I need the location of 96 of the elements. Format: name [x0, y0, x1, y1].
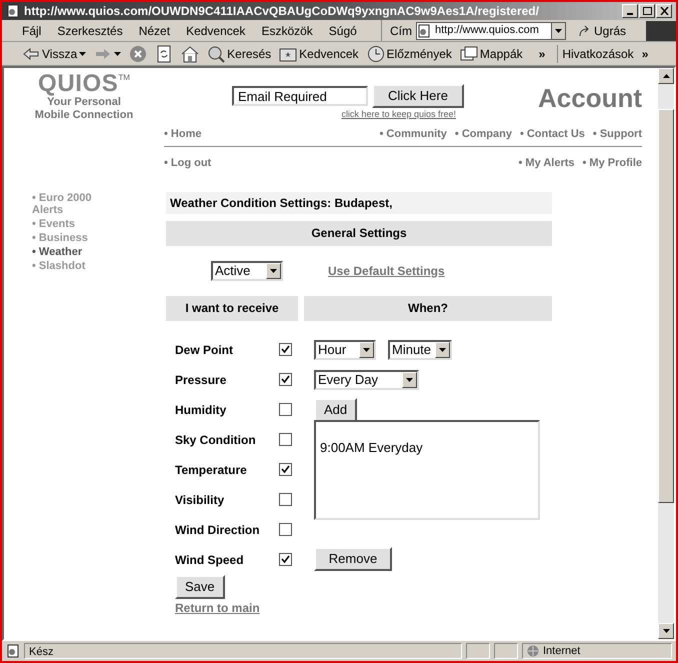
- nav-link[interactable]: • Contact Us: [520, 126, 585, 142]
- section-heading: General Settings: [166, 220, 552, 246]
- status-text: Kész: [24, 643, 462, 659]
- window-title: http://www.quios.com/OUWDN9C411IAACvQBAUgCoDWq9yxngnAC9w9Aes1A/registered/: [24, 3, 540, 20]
- page-icon: [6, 644, 20, 658]
- nav-link[interactable]: • Support: [592, 126, 642, 142]
- nav-link[interactable]: • Home: [164, 126, 202, 142]
- nav-link[interactable]: • My Profile: [582, 155, 642, 172]
- condition-label: Temperature: [175, 462, 247, 478]
- frequency-select[interactable]: Every Day: [314, 370, 419, 390]
- toolbar-button[interactable]: [155, 44, 174, 62]
- caret-icon: [79, 52, 86, 56]
- go-button[interactable]: Ugrás: [570, 22, 634, 40]
- menu-item[interactable]: Fájl: [22, 22, 42, 40]
- zone-label: Internet: [543, 644, 580, 659]
- nav-link[interactable]: • Company: [454, 126, 512, 142]
- folders-icon: [460, 44, 478, 62]
- address-field[interactable]: http://www.quios.com: [416, 22, 566, 40]
- close-button[interactable]: [656, 4, 672, 18]
- logo-wordmark: QUIOS: [38, 72, 118, 96]
- checkbox[interactable]: [279, 373, 292, 386]
- maximize-button[interactable]: [639, 4, 655, 18]
- nav-link[interactable]: • My Alerts: [518, 155, 575, 172]
- minimize-button[interactable]: [622, 4, 638, 18]
- settings-title: Weather Condition Settings: Budapest,: [166, 192, 552, 214]
- curved-arrow-icon: [578, 24, 590, 36]
- toolbar-button[interactable]: Vissza: [22, 44, 86, 62]
- maximize-icon: [642, 7, 652, 15]
- checkbox[interactable]: [279, 463, 292, 476]
- keep-free-link[interactable]: click here to keep quios free!: [341, 108, 456, 122]
- condition-label: Wind Direction: [175, 522, 260, 538]
- more-chevron[interactable]: »: [642, 44, 648, 62]
- caret-icon: [554, 28, 562, 32]
- nav-link[interactable]: • Log out: [164, 155, 212, 172]
- menu-item[interactable]: Kedvencek: [186, 22, 246, 40]
- trademark-mark: TM: [118, 72, 130, 84]
- default-settings-link[interactable]: Use Default Settings: [328, 262, 445, 280]
- minute-select[interactable]: Minute: [388, 340, 452, 360]
- checkbox[interactable]: [279, 403, 292, 416]
- toolbar-button[interactable]: [181, 44, 200, 62]
- condition-label: Dew Point: [175, 342, 234, 358]
- email-field[interactable]: Email Required: [232, 86, 368, 106]
- caret-icon: [270, 268, 277, 272]
- toolbar-button[interactable]: Mappák: [460, 44, 523, 62]
- menu-item[interactable]: Súgó: [328, 22, 357, 40]
- search-icon: [207, 44, 226, 62]
- checkbox[interactable]: [279, 553, 292, 566]
- close-icon: [660, 7, 668, 15]
- save-button[interactable]: Save: [175, 574, 225, 598]
- sidebar-item[interactable]: • Weather: [32, 246, 112, 258]
- caret-icon: [363, 348, 370, 352]
- return-link[interactable]: Return to main: [175, 598, 260, 616]
- condition-label: Pressure: [175, 372, 226, 388]
- caret-icon: [406, 378, 413, 382]
- links-button[interactable]: Hivatkozások: [557, 44, 634, 62]
- remove-button[interactable]: Remove: [314, 546, 392, 570]
- hour-select[interactable]: Hour: [314, 340, 376, 360]
- toolbar-button[interactable]: Előzmények: [366, 44, 452, 62]
- address-label: Cím: [390, 22, 412, 40]
- stop-icon: [129, 44, 148, 62]
- click-here-button[interactable]: Click Here: [372, 84, 464, 108]
- more-chevron[interactable]: »: [538, 44, 546, 62]
- menu-item[interactable]: Szerkesztés: [57, 22, 123, 40]
- add-button[interactable]: Add: [314, 398, 358, 422]
- page-icon: [6, 4, 20, 18]
- account-heading: Account: [538, 84, 642, 112]
- caret-icon: [114, 52, 122, 56]
- checkbox[interactable]: [279, 493, 292, 506]
- clock-icon: [366, 44, 385, 62]
- condition-label: Humidity: [175, 402, 226, 418]
- toolbar-button[interactable]: Keresés: [207, 44, 272, 62]
- refresh-icon: [155, 44, 174, 62]
- menu-item[interactable]: Eszközök: [261, 22, 313, 40]
- status-pane: [494, 643, 518, 659]
- status-select[interactable]: Active: [211, 260, 283, 280]
- checkbox[interactable]: [279, 523, 292, 536]
- status-pane: [466, 643, 490, 659]
- caret-icon: [662, 629, 670, 633]
- schedule-list[interactable]: 9:00AM Everyday: [314, 420, 540, 520]
- checkbox[interactable]: [279, 343, 292, 356]
- up-caret-icon: [662, 74, 670, 78]
- checkbox[interactable]: [279, 433, 292, 446]
- page-icon: [416, 24, 431, 38]
- caret-icon: [439, 348, 446, 352]
- toolbar-button[interactable]: Kedvencek: [279, 44, 359, 62]
- menu-item[interactable]: Nézet: [138, 22, 170, 40]
- home-icon: [181, 44, 200, 62]
- condition-label: Visibility: [175, 492, 224, 508]
- scrollbar[interactable]: [658, 68, 674, 639]
- column-heading: When?: [304, 296, 552, 320]
- logo-tagline: Your Personal Mobile Connection: [34, 96, 134, 122]
- condition-label: Sky Condition: [175, 432, 256, 448]
- schedule-entry[interactable]: 9:00AM Everyday: [320, 438, 534, 457]
- condition-label: Wind Speed: [175, 552, 244, 568]
- column-heading: I want to receive: [166, 296, 298, 320]
- nav-link[interactable]: • Community: [380, 126, 447, 142]
